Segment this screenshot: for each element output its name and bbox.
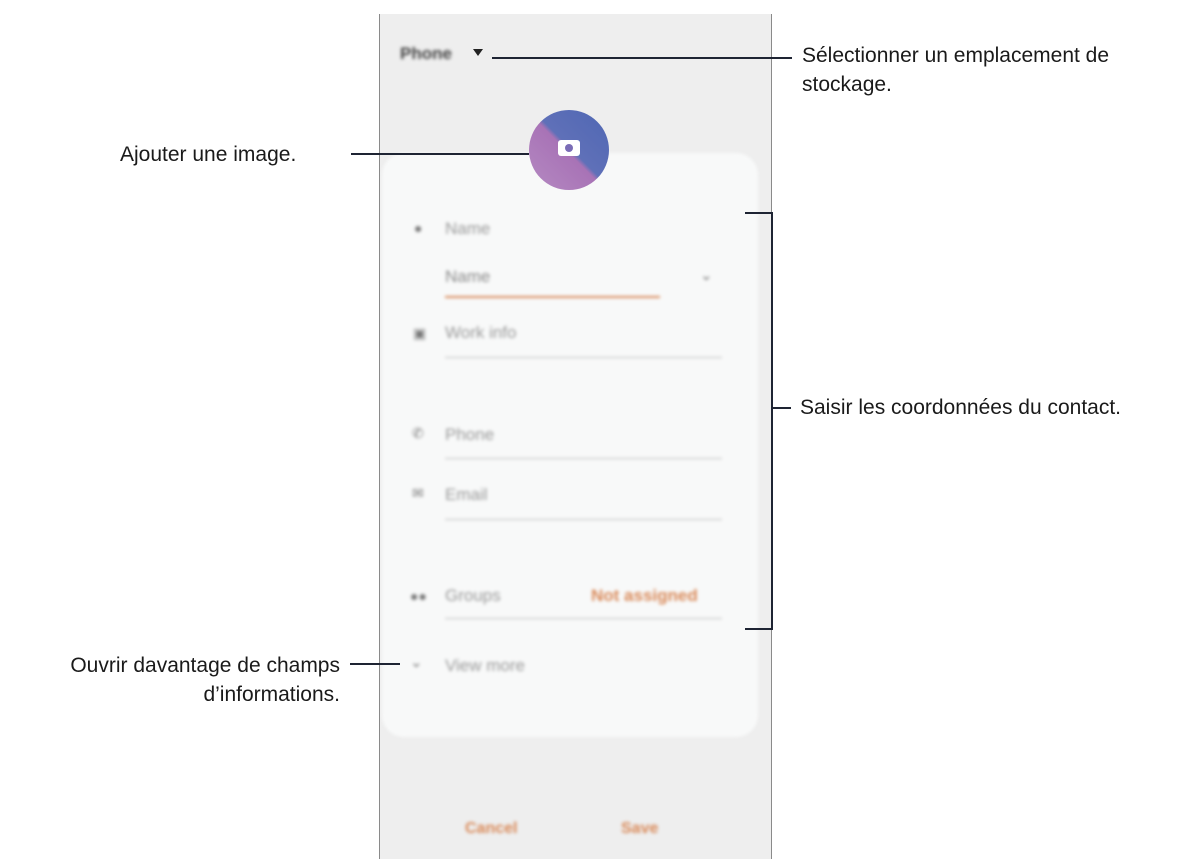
save-button[interactable]: Save — [621, 820, 658, 838]
camera-icon — [558, 140, 580, 156]
work-info-underline — [445, 357, 722, 358]
phone-field[interactable]: Phone — [445, 425, 494, 445]
email-field[interactable]: Email — [445, 485, 488, 505]
add-image-button[interactable] — [529, 110, 609, 190]
storage-annotation: Sélectionner un emplacement de stockage. — [802, 44, 1110, 96]
phone-underline — [445, 458, 722, 459]
bracket-vertical — [771, 212, 773, 630]
more-fields-callout-line — [350, 663, 400, 665]
storage-dropdown-caret-icon[interactable] — [473, 49, 483, 56]
phone-screen: Phone ● Name Name ⌄ ▣ Work info ✆ Phone … — [379, 14, 772, 859]
bracket-top — [745, 212, 772, 214]
add-image-annotation: Ajouter une image. — [120, 143, 297, 166]
contact-info-annotation: Saisir les coordonnées du contact. — [800, 396, 1122, 419]
name-label: Name — [445, 219, 491, 238]
more-fields-annotation: Ouvrir davantage de champs d’information… — [70, 654, 340, 706]
groups-label[interactable]: Groups — [445, 586, 501, 606]
contact-form-card: ● Name Name ⌄ ▣ Work info ✆ Phone ✉ Emai… — [382, 153, 758, 737]
chevron-down-icon[interactable]: ⌄ — [700, 266, 713, 284]
phone-icon: ✆ — [412, 425, 424, 441]
storage-selector[interactable]: Phone — [400, 44, 452, 64]
email-underline — [445, 519, 722, 520]
view-more-button[interactable]: View more — [445, 656, 525, 676]
groups-value[interactable]: Not assigned — [591, 586, 698, 606]
add-image-callout-line — [351, 153, 529, 155]
name-input-underline — [445, 296, 660, 298]
name-input[interactable]: Name — [445, 267, 490, 287]
groups-icon: ●● — [410, 588, 427, 604]
email-icon: ✉ — [412, 485, 424, 501]
work-info-field[interactable]: Work info — [445, 323, 517, 343]
building-icon: ▣ — [413, 325, 427, 341]
bracket-bottom — [745, 628, 772, 630]
contact-info-callout-line — [771, 407, 791, 409]
view-more-chevron-icon: ⌄ — [410, 654, 423, 671]
person-icon: ● — [414, 220, 423, 236]
groups-underline — [445, 618, 722, 619]
storage-callout-line — [492, 57, 792, 59]
cancel-button[interactable]: Cancel — [465, 820, 517, 838]
